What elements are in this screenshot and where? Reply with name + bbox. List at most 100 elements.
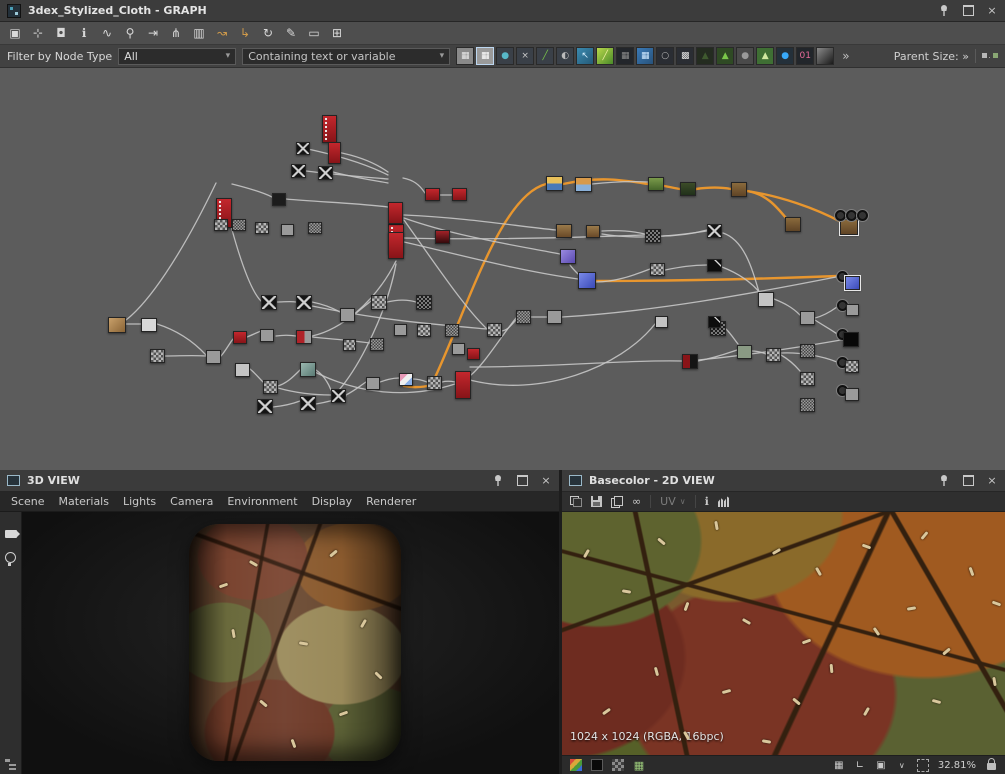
- graph-wire[interactable]: [386, 299, 417, 303]
- filter-sphere-blue-icon[interactable]: ●: [776, 47, 795, 65]
- close-icon[interactable]: ×: [986, 5, 998, 17]
- graph-wire[interactable]: [725, 328, 739, 345]
- graph-canvas[interactable]: [0, 68, 1005, 470]
- filter-levels-icon[interactable]: ◐: [556, 47, 575, 65]
- graph-node[interactable]: [708, 316, 721, 328]
- menu-item-scene[interactable]: Scene: [4, 495, 52, 508]
- black-background-icon[interactable]: [591, 759, 603, 771]
- output-pin[interactable]: [835, 210, 846, 221]
- graph-node[interactable]: [707, 224, 722, 238]
- graph-node[interactable]: [257, 399, 273, 414]
- filter-shuffle-icon[interactable]: ×: [516, 47, 535, 65]
- graph-node[interactable]: [846, 304, 859, 316]
- filter-mountain-icon[interactable]: ▲: [756, 47, 775, 65]
- select-tool-icon[interactable]: ▣: [5, 24, 25, 42]
- filter-overflow-chevron[interactable]: »: [842, 49, 849, 63]
- filter-grid-dark-icon[interactable]: ▦: [616, 47, 635, 65]
- graph-node[interactable]: [707, 259, 722, 272]
- graph-node[interactable]: [546, 176, 563, 191]
- graph-node[interactable]: [785, 217, 801, 232]
- comment-frame-icon[interactable]: ▭: [304, 24, 324, 42]
- filter-tree-dark-icon[interactable]: ▲: [696, 47, 715, 65]
- graph-wire[interactable]: [336, 151, 389, 173]
- histogram-icon[interactable]: [717, 495, 731, 509]
- graph-node[interactable]: [343, 339, 356, 351]
- graph-node[interactable]: [206, 350, 221, 364]
- display-columns-icon[interactable]: ▥: [189, 24, 209, 42]
- graph-node[interactable]: [452, 188, 467, 201]
- graph-wire[interactable]: [379, 377, 400, 383]
- graph-node[interactable]: [839, 218, 859, 236]
- filter-uv-grid-icon[interactable]: ▦: [636, 47, 655, 65]
- graph-node[interactable]: [578, 272, 596, 289]
- filter-tree-icon[interactable]: ▲: [716, 47, 735, 65]
- graph-node[interactable]: [308, 222, 322, 234]
- output-pin[interactable]: [857, 210, 868, 221]
- graph-node[interactable]: [260, 329, 274, 342]
- graph-wire[interactable]: [722, 232, 760, 293]
- graph-node[interactable]: [455, 371, 471, 399]
- graph-wire[interactable]: [441, 380, 456, 383]
- graph-node[interactable]: [141, 318, 157, 332]
- menu-item-renderer[interactable]: Renderer: [359, 495, 423, 508]
- graph-wire[interactable]: [277, 369, 301, 387]
- graph-node[interactable]: [766, 348, 781, 362]
- float-window-icon[interactable]: [962, 475, 974, 487]
- graph-node[interactable]: [296, 142, 310, 155]
- graph-node[interactable]: [300, 396, 316, 411]
- graph-node[interactable]: [296, 330, 312, 344]
- graph-node[interactable]: [800, 311, 815, 325]
- graph-node[interactable]: [214, 219, 228, 231]
- graph-node[interactable]: [300, 362, 316, 377]
- graph-wire[interactable]: [773, 298, 801, 316]
- graph-wire[interactable]: [569, 264, 579, 275]
- graph-node[interactable]: [425, 188, 440, 201]
- float-window-icon[interactable]: [516, 475, 528, 487]
- graph-wire[interactable]: [501, 319, 517, 332]
- graph-node[interactable]: [281, 224, 294, 236]
- graph-node[interactable]: [556, 224, 572, 238]
- material-connection-icon[interactable]: ↝: [212, 24, 232, 42]
- link-create-icon[interactable]: ∿: [97, 24, 117, 42]
- parent-graph-icon[interactable]: [982, 50, 998, 62]
- filter-circle-icon[interactable]: ○: [656, 47, 675, 65]
- graph-wire[interactable]: [338, 263, 397, 391]
- graph-node[interactable]: [680, 182, 696, 196]
- pin-icon[interactable]: [938, 475, 950, 487]
- graph-node[interactable]: [845, 388, 859, 401]
- graph-node[interactable]: [150, 349, 165, 363]
- graph-node[interactable]: [399, 373, 413, 386]
- graph-node[interactable]: [487, 323, 502, 337]
- graph-wire[interactable]: [814, 306, 838, 319]
- output-pin[interactable]: [846, 210, 857, 221]
- graph-wire[interactable]: [664, 264, 708, 271]
- filter-gradient-icon[interactable]: ╱: [596, 47, 615, 65]
- graph-node[interactable]: [758, 292, 774, 307]
- graph-node[interactable]: [427, 376, 442, 390]
- graph-wire[interactable]: [332, 171, 389, 184]
- graph-wire[interactable]: [231, 183, 273, 198]
- frame-grid-icon[interactable]: ⊞: [327, 24, 347, 42]
- graph-node[interactable]: [233, 331, 247, 344]
- close-icon[interactable]: ×: [540, 475, 552, 487]
- graph-node[interactable]: [547, 310, 562, 324]
- graph-node[interactable]: [263, 380, 278, 394]
- graph-node[interactable]: [331, 389, 346, 403]
- graph-node[interactable]: [800, 372, 815, 386]
- graph-wire[interactable]: [402, 177, 426, 194]
- graph-node[interactable]: [371, 295, 387, 310]
- graph-node[interactable]: [416, 295, 432, 310]
- pencil-icon[interactable]: ✎: [281, 24, 301, 42]
- graph-wire[interactable]: [403, 217, 561, 255]
- info-icon[interactable]: ℹ: [705, 495, 709, 509]
- pan-tool-icon[interactable]: ⊹: [28, 24, 48, 42]
- graph-wire[interactable]: [302, 147, 389, 176]
- filter-text-icon[interactable]: 01: [796, 47, 815, 65]
- graph-wire[interactable]: [272, 400, 301, 408]
- menu-item-camera[interactable]: Camera: [163, 495, 220, 508]
- zoom-level[interactable]: 32.81%: [938, 760, 976, 771]
- screenshot-icon[interactable]: ◘: [51, 24, 71, 42]
- channels-grid-icon[interactable]: ▦: [633, 759, 645, 772]
- graph-wire[interactable]: [249, 368, 264, 383]
- graph-node[interactable]: [445, 324, 459, 337]
